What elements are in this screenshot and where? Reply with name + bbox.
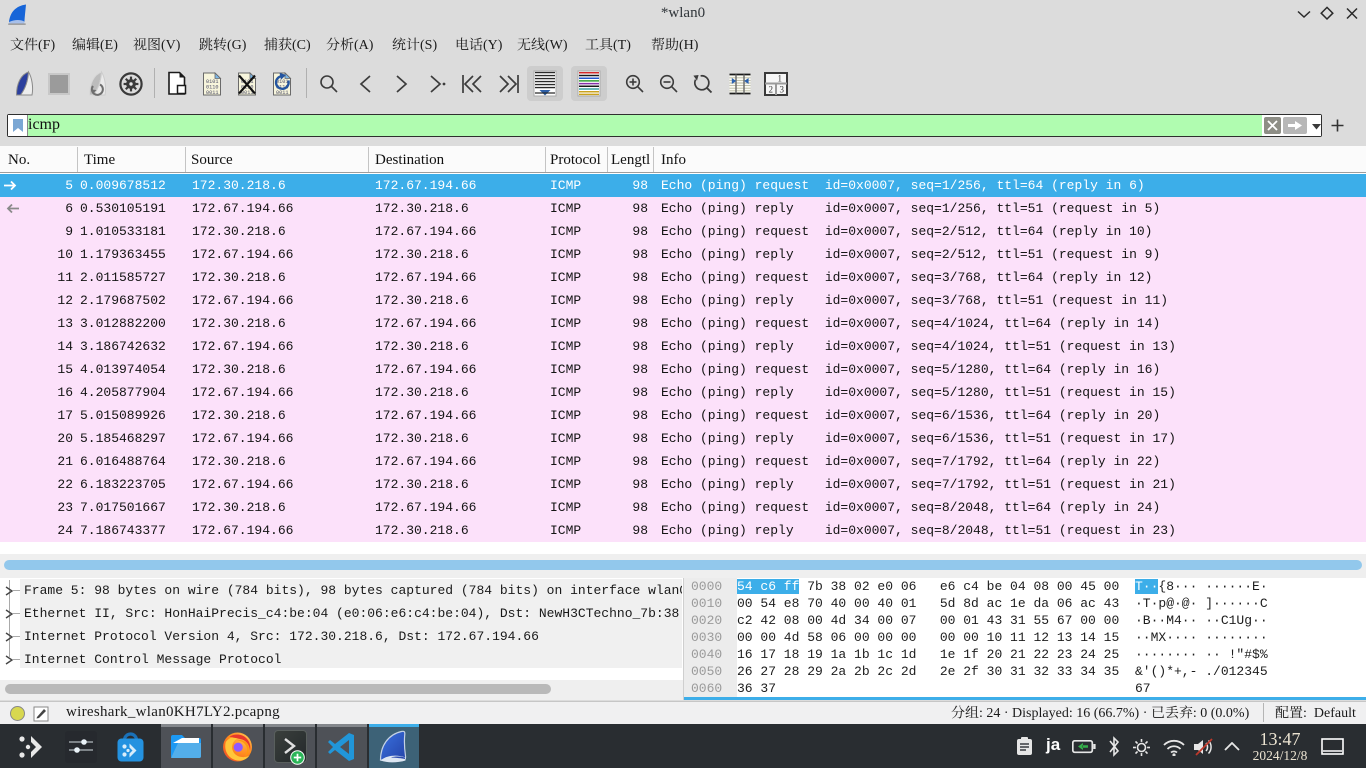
- svg-text:0011: 0011: [276, 90, 288, 96]
- svg-text:1: 1: [778, 74, 783, 84]
- svg-text:2: 2: [769, 85, 774, 95]
- svg-text:0011: 0011: [206, 90, 218, 96]
- svg-text:3: 3: [780, 85, 785, 95]
